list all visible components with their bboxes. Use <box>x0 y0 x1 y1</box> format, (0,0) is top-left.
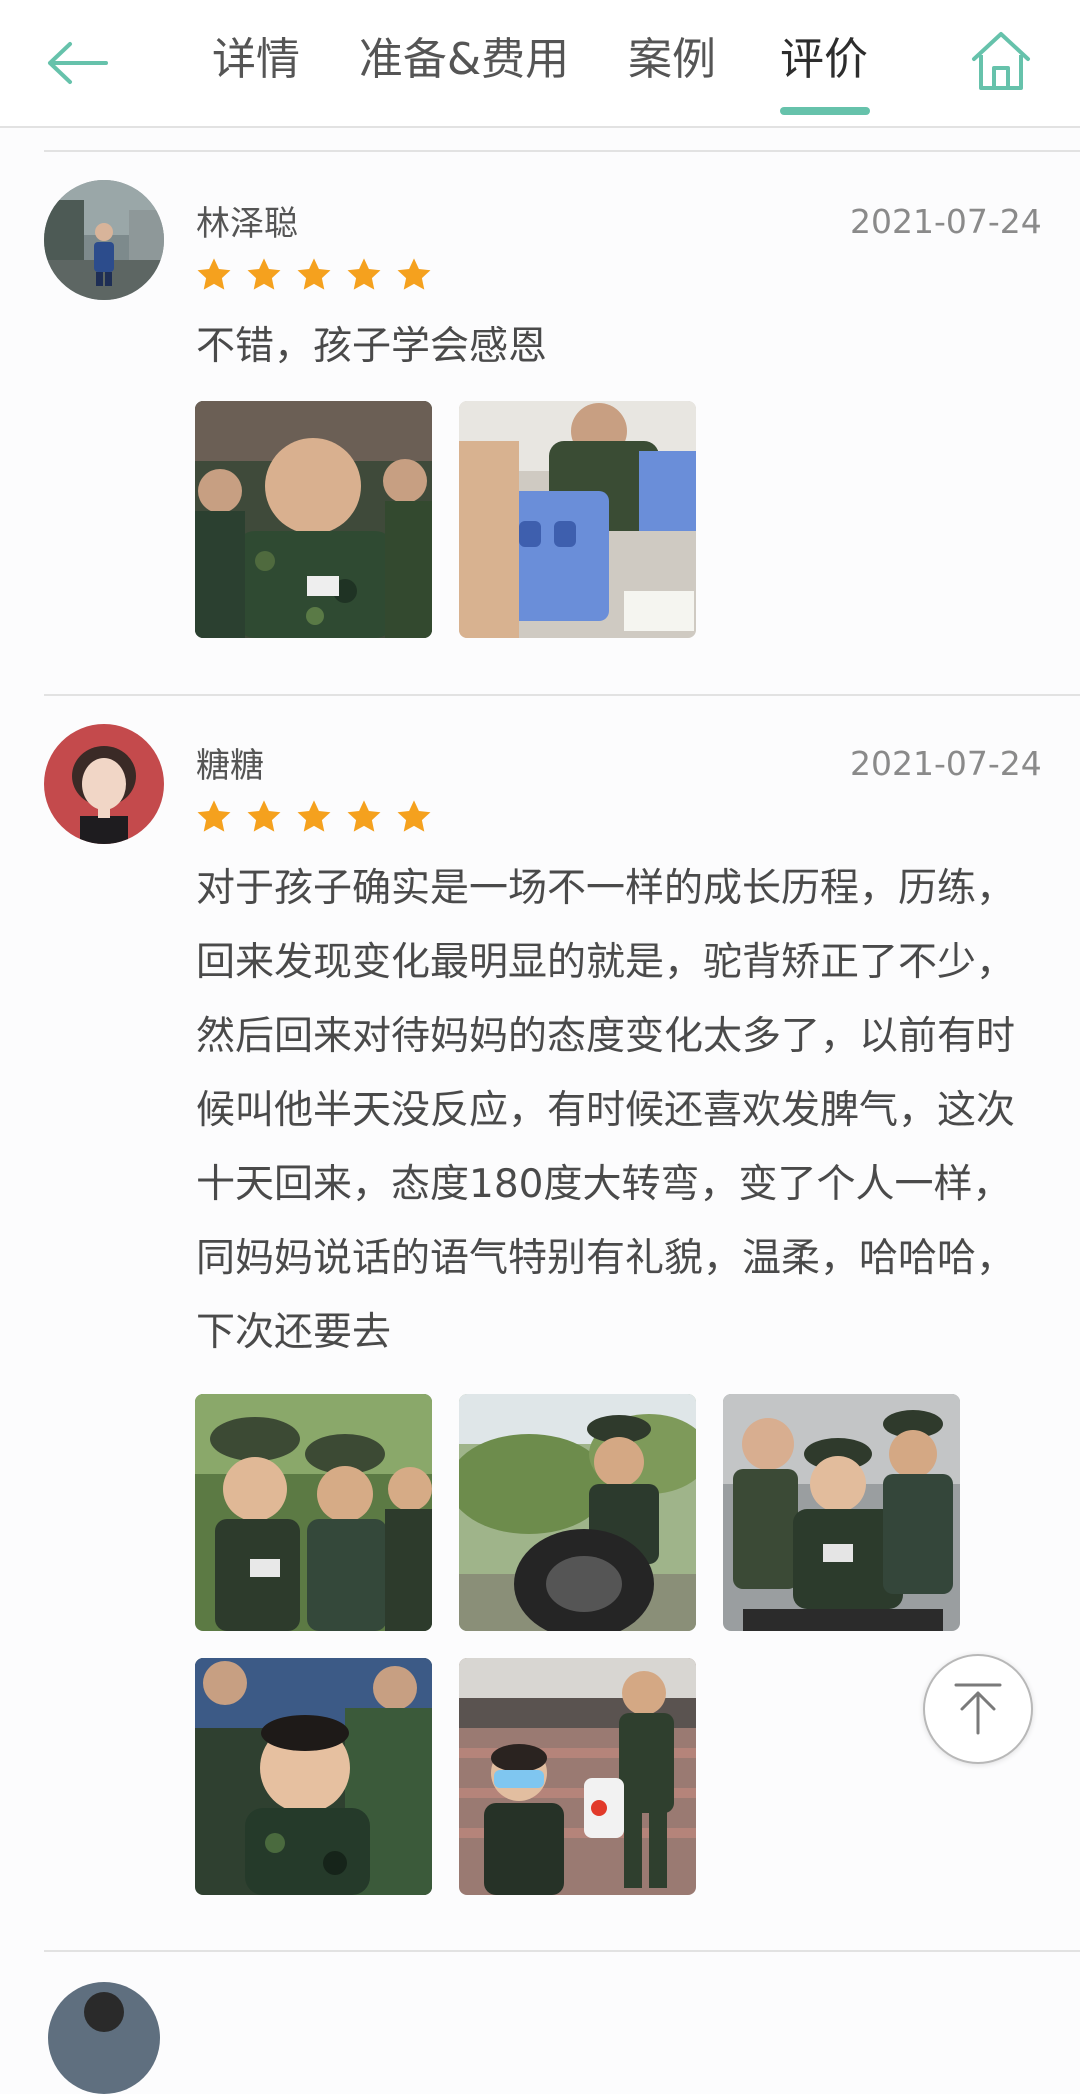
review-comment: 对于孩子确实是一场不一样的成长历程，历练，回来发现变化最明显的就是，驼背矫正了不… <box>196 866 1016 1355</box>
star-icon <box>247 800 281 832</box>
review-date: 2021-07-24 <box>850 744 1042 783</box>
avatar[interactable] <box>44 180 164 300</box>
review-photo[interactable] <box>195 1658 432 1895</box>
reviewer-name: 林泽聪 <box>196 204 298 244</box>
back-button[interactable] <box>46 38 110 88</box>
reviewer-name: 糖糖 <box>196 746 264 786</box>
star-rating <box>195 256 433 296</box>
top-nav-bar: 详情 准备&费用 案例 评价 <box>0 0 1080 128</box>
arrow-left-icon <box>48 42 108 84</box>
star-icon <box>197 258 231 290</box>
review-photo[interactable] <box>459 1394 696 1631</box>
scroll-to-top-button[interactable] <box>923 1654 1033 1764</box>
tab-cases[interactable]: 案例 <box>624 32 720 98</box>
star-icon <box>297 800 331 832</box>
tab-reviews[interactable]: 评价 <box>776 32 872 98</box>
star-icon <box>197 800 231 832</box>
home-icon <box>972 32 1030 90</box>
avatar[interactable] <box>48 1982 160 2094</box>
home-button[interactable] <box>968 28 1034 94</box>
star-rating <box>195 798 433 838</box>
avatar[interactable] <box>44 724 164 844</box>
star-icon <box>397 800 431 832</box>
star-icon <box>347 258 381 290</box>
arrow-up-icon <box>954 1683 1002 1735</box>
divider <box>44 694 1080 696</box>
tab-details[interactable]: 详情 <box>208 32 304 98</box>
active-tab-indicator <box>780 107 870 115</box>
star-icon <box>397 258 431 290</box>
divider <box>44 1950 1080 1952</box>
star-icon <box>247 258 281 290</box>
review-photo[interactable] <box>723 1394 960 1631</box>
review-photo[interactable] <box>195 401 432 638</box>
star-icon <box>347 800 381 832</box>
review-photo[interactable] <box>195 1394 432 1631</box>
review-comment: 不错，孩子学会感恩 <box>196 324 548 369</box>
review-photo[interactable] <box>459 401 696 638</box>
divider <box>44 150 1080 152</box>
tab-preparation-fees[interactable]: 准备&费用 <box>358 32 570 98</box>
star-icon <box>297 258 331 290</box>
review-photo[interactable] <box>459 1658 696 1895</box>
review-date: 2021-07-24 <box>850 202 1042 241</box>
